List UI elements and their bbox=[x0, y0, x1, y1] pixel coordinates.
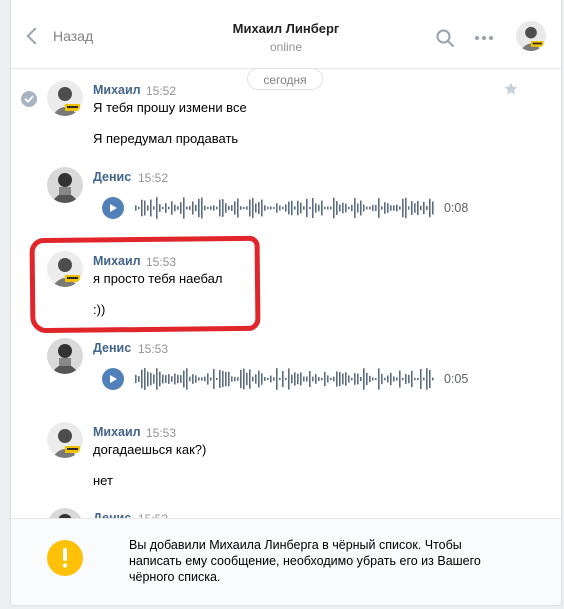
play-icon bbox=[110, 204, 117, 212]
message-time[interactable]: 15:53 bbox=[146, 426, 176, 440]
play-button[interactable] bbox=[102, 197, 124, 219]
blacklist-notice-text: Вы добавили Михаила Линберга в чёрный сп… bbox=[129, 538, 481, 584]
message-text: нет bbox=[93, 473, 113, 488]
chat-window: Назад Михаил Линберг online сегодня Миха… bbox=[10, 0, 562, 606]
message-text: Я передумал продавать bbox=[93, 131, 239, 146]
red-highlight-outline bbox=[29, 235, 261, 334]
avatar[interactable] bbox=[47, 338, 83, 374]
check-icon[interactable] bbox=[21, 91, 37, 107]
voice-duration: 0:05 bbox=[444, 372, 469, 386]
more-icon[interactable] bbox=[473, 28, 495, 48]
message-time[interactable]: 15:52 bbox=[138, 171, 168, 185]
message-author[interactable]: Михаил bbox=[93, 425, 141, 439]
voice-message: 0:05 bbox=[102, 364, 468, 394]
chat-header: Назад Михаил Линберг online bbox=[11, 0, 561, 69]
avatar[interactable] bbox=[47, 80, 83, 116]
play-button[interactable] bbox=[102, 368, 124, 390]
message-author[interactable]: Михаил bbox=[93, 83, 141, 97]
blacklist-notice: Вы добавили Михаила Линберга в чёрный сп… bbox=[11, 518, 561, 605]
date-divider: сегодня bbox=[247, 68, 323, 90]
message-time[interactable]: 15:53 bbox=[138, 342, 168, 356]
avatar[interactable] bbox=[47, 167, 83, 203]
avatar[interactable] bbox=[47, 422, 83, 458]
voice-waveform[interactable] bbox=[134, 195, 434, 221]
search-icon[interactable] bbox=[435, 28, 455, 48]
message-text: догадаешься как?) bbox=[93, 442, 207, 457]
message-time[interactable]: 15:52 bbox=[146, 84, 176, 98]
message-text: Я тебя прошу измени все bbox=[93, 100, 247, 115]
header-avatar[interactable] bbox=[516, 21, 546, 51]
voice-waveform[interactable] bbox=[134, 366, 434, 392]
warning-icon bbox=[47, 540, 83, 576]
message-author[interactable]: Денис bbox=[93, 341, 131, 355]
voice-duration: 0:08 bbox=[444, 201, 469, 215]
play-icon bbox=[110, 375, 117, 383]
star-icon[interactable] bbox=[503, 81, 519, 97]
message-author[interactable]: Денис bbox=[93, 170, 131, 184]
voice-message: 0:08 bbox=[102, 193, 468, 223]
